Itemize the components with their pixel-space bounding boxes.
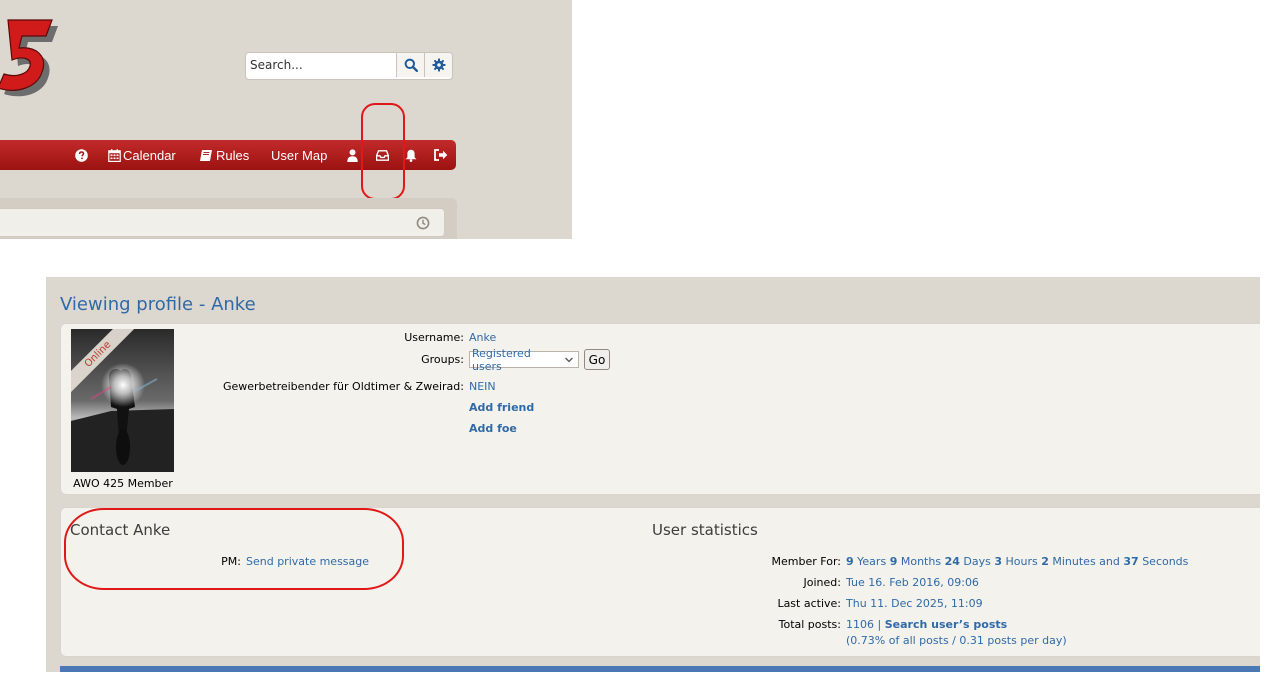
subheader-bar <box>0 208 445 237</box>
annotation-highlight-inbox <box>361 103 405 200</box>
nav-calendar[interactable]: Calendar <box>108 140 176 170</box>
username-label: Username: <box>404 331 464 344</box>
years-unit: Years <box>857 555 887 568</box>
total-posts-separator: | <box>877 618 882 631</box>
add-friend-link[interactable]: Add friend <box>469 401 534 414</box>
nav-logout[interactable] <box>434 140 448 170</box>
username-value: Anke <box>469 331 497 344</box>
nav-profile[interactable] <box>347 140 358 170</box>
member-for-label: Member For: <box>771 555 841 568</box>
profile-panel: Online AWO 425 Member Username: Groups: … <box>60 323 1260 495</box>
search-icon <box>404 58 418 72</box>
user-icon <box>347 148 358 162</box>
search-box <box>245 52 453 80</box>
total-posts-label: Total posts: <box>778 618 841 631</box>
nav-user-map-label: User Map <box>271 147 328 163</box>
next-section-header <box>60 666 1260 672</box>
clock-icon <box>416 216 430 230</box>
advanced-search-button[interactable] <box>424 53 452 77</box>
years-count: 9 <box>846 555 854 568</box>
business-label: Gewerbetreibender für Oldtimer & Zweirad… <box>222 380 464 393</box>
days-unit: Days <box>963 555 991 568</box>
calendar-icon <box>108 148 121 162</box>
profile-screenshot: Viewing profile - Anke Online AWO 425 Me… <box>46 277 1260 672</box>
groups-selected-value: Registered users <box>472 346 531 373</box>
nav-user-map[interactable]: User Map <box>271 140 327 170</box>
question-icon <box>75 148 88 162</box>
search-input[interactable] <box>246 53 396 77</box>
bell-icon <box>405 149 417 162</box>
nav-notifications[interactable] <box>405 140 417 170</box>
seconds-count: 37 <box>1123 555 1139 568</box>
search-user-posts-link[interactable]: Search user’s posts <box>885 618 1007 631</box>
last-active-value: Thu 11. Dec 2025, 11:09 <box>846 597 983 610</box>
annotation-highlight-contact <box>64 508 404 590</box>
member-for-value: 9 Years 9 Months 24 Days 3 Hours 2 Minut… <box>846 555 1188 568</box>
joined-value: Tue 16. Feb 2016, 09:06 <box>846 576 979 589</box>
logout-icon <box>434 149 448 161</box>
minutes-unit: Minutes and <box>1052 555 1120 568</box>
book-icon <box>200 149 212 161</box>
nav-rules[interactable]: Rules <box>199 140 249 170</box>
seconds-unit: Seconds <box>1142 555 1189 568</box>
hours-unit: Hours <box>1005 555 1038 568</box>
chevron-down-icon <box>565 357 573 362</box>
nav-calendar-label: Calendar <box>123 147 176 163</box>
groups-select[interactable]: Registered users <box>469 347 579 373</box>
stats-title: User statistics <box>652 521 758 539</box>
groups-label: Groups: <box>421 353 464 366</box>
profile-labels: Username: Groups: Gewerbetreibender für … <box>61 324 464 444</box>
last-active-label: Last active: <box>777 597 841 610</box>
nav-faq[interactable] <box>75 140 88 170</box>
total-posts-count: 1106 <box>846 618 874 631</box>
business-value: NEIN <box>469 380 496 393</box>
add-foe-link[interactable]: Add foe <box>469 422 517 435</box>
gear-icon <box>432 58 445 72</box>
brand-logo-5[interactable] <box>0 12 58 98</box>
search-button[interactable] <box>396 53 424 77</box>
days-count: 24 <box>944 555 960 568</box>
minutes-count: 2 <box>1041 555 1049 568</box>
header-screenshot: Calendar Rules User Map <box>0 0 572 239</box>
total-posts-value: 1106 | Search user’s posts <box>846 618 1007 631</box>
months-count: 9 <box>889 555 898 568</box>
hours-count: 3 <box>994 555 1002 568</box>
months-unit: Months <box>900 555 942 568</box>
nav-rules-label: Rules <box>216 147 250 163</box>
go-button[interactable]: Go <box>584 349 610 370</box>
posts-ratio: (0.73% of all posts / 0.31 posts per day… <box>846 634 1067 647</box>
user-rank: AWO 425 Member <box>73 477 173 490</box>
page-title: Viewing profile - Anke <box>60 294 256 315</box>
joined-label: Joined: <box>803 576 841 589</box>
